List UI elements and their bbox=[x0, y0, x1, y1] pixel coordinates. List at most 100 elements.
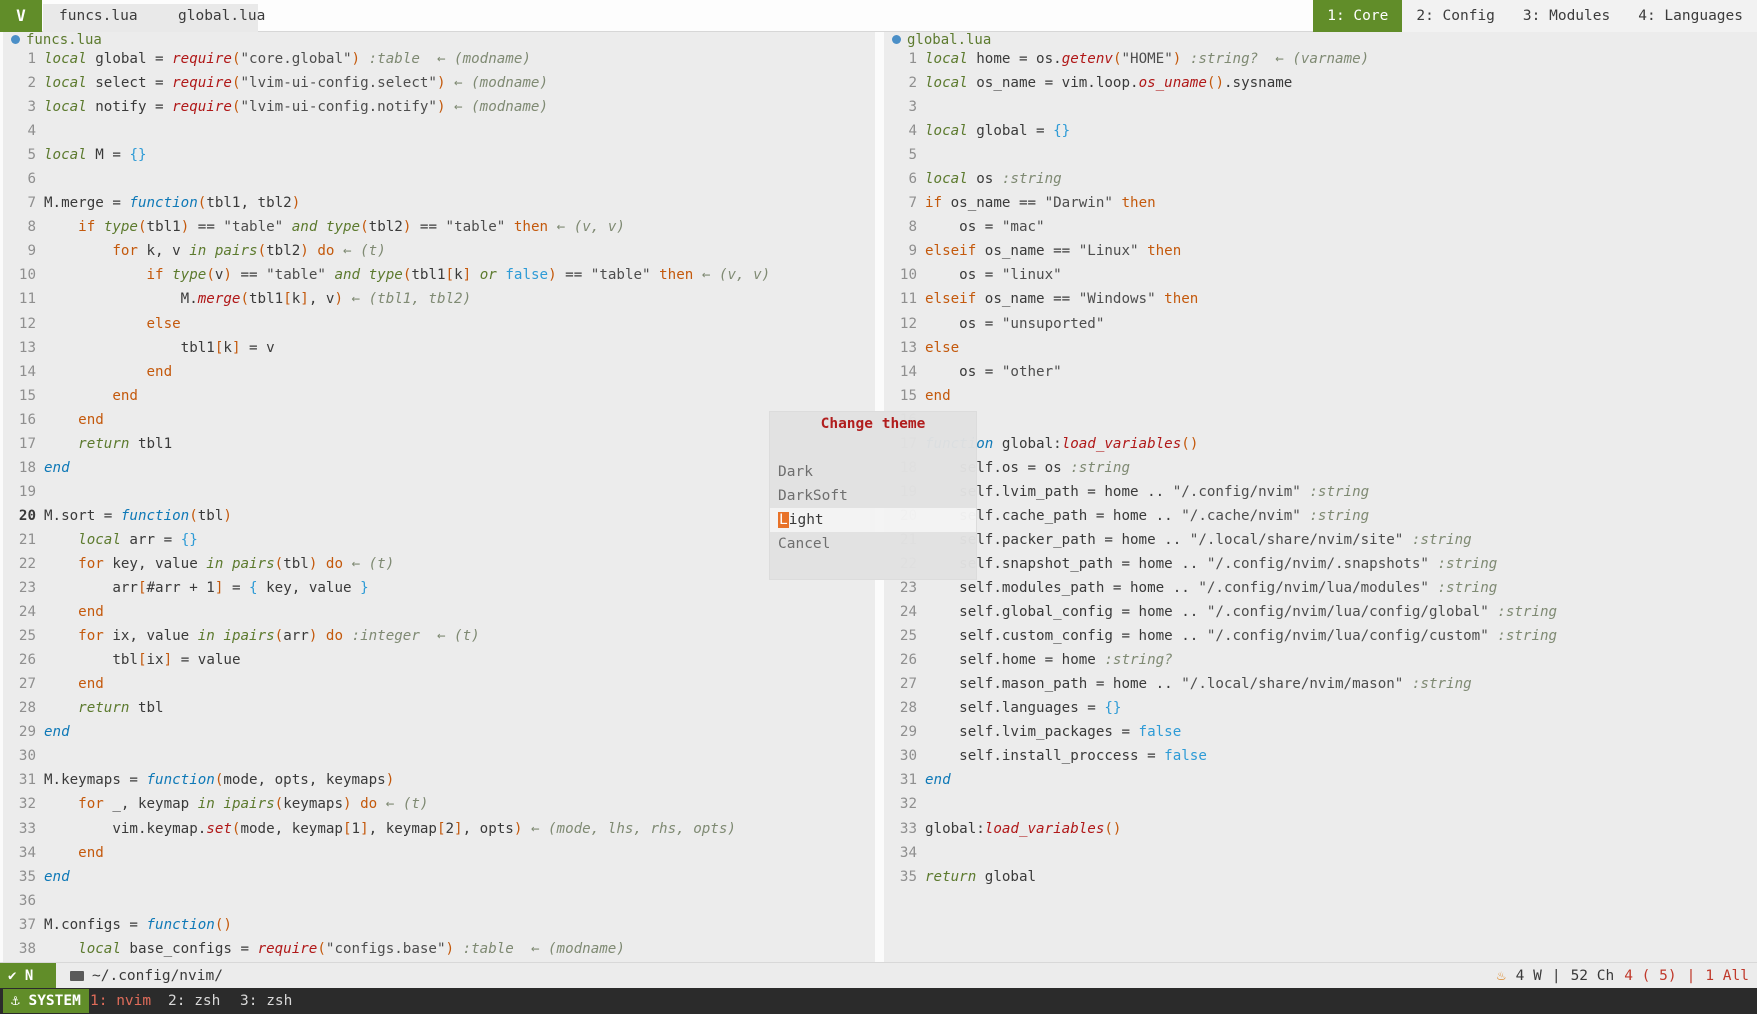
code-line: 9 for k, v in pairs(tbl2) do ← (t) bbox=[27, 243, 386, 260]
editor-window-right[interactable]: global.lua 1 local home = os.getenv("HOME… bbox=[884, 32, 1757, 962]
code-line: 30 self.install_proccess = false bbox=[899, 748, 1207, 765]
code-line: 8 if type(tbl1) == "table" and type(tbl2… bbox=[27, 219, 625, 236]
code-line: 15 end bbox=[899, 387, 951, 404]
picker-option-light-rest: ight bbox=[788, 512, 824, 528]
statusline-right: ♨ 4 W | 52 Ch 4 ( 5) | 1 All bbox=[1497, 963, 1749, 989]
code-line: 12 else bbox=[18, 315, 181, 332]
cursor: L bbox=[778, 512, 789, 528]
code-line: 10 os = "linux" bbox=[899, 267, 1062, 284]
code-line: 2 local select = require("lvim-ui-config.… bbox=[27, 75, 549, 92]
workspace-tab-core[interactable]: 1: Core bbox=[1313, 0, 1403, 32]
picker-title: Change theme bbox=[820, 416, 926, 432]
buffer-tab-global[interactable]: global.lua bbox=[162, 4, 265, 32]
tmux-window-1[interactable]: 1: nvim bbox=[90, 988, 151, 1014]
tmux-window-2[interactable]: 2: zsh bbox=[168, 988, 220, 1014]
separator-icon: | bbox=[1686, 968, 1696, 984]
code-line: 13 else bbox=[899, 339, 960, 356]
picker-option-cancel[interactable]: Cancel bbox=[770, 532, 976, 556]
code-line: 34 end bbox=[18, 844, 104, 861]
separator-icon: | bbox=[1551, 968, 1561, 984]
cwd: ~/.config/nvim/ bbox=[70, 963, 223, 989]
tmux-statusbar: ⚓ SYSTEM 1: nvim 2: zsh 3: zsh bbox=[0, 988, 1757, 1014]
code-line: 21 self.packer_path = home .. "/.local/s… bbox=[900, 531, 1472, 548]
code-line: 18 end bbox=[18, 459, 70, 476]
code-line: 20 self.cache_path = home .. "/.cache/nv… bbox=[900, 507, 1370, 524]
code-line: 17 return tbl1 bbox=[18, 435, 173, 452]
scroll-position: 1 All bbox=[1705, 968, 1749, 984]
code-line: 28 self.languages = {} bbox=[899, 700, 1122, 717]
code-line: 28 return tbl bbox=[18, 700, 164, 717]
code-line: 24 self.global_config = home .. "/.confi… bbox=[899, 604, 1558, 621]
code-line: 5 local M = {} bbox=[27, 147, 147, 164]
workspace-tab-languages[interactable]: 4: Languages bbox=[1624, 0, 1757, 32]
code-line: 19 self.lvim_path = home .. "/.config/nv… bbox=[900, 483, 1370, 500]
tmux-session[interactable]: ⚓ SYSTEM bbox=[3, 989, 89, 1013]
workspace-tab-modules[interactable]: 3: Modules bbox=[1508, 0, 1625, 32]
code-line: 33 global:load_variables() bbox=[899, 820, 1122, 837]
code-line: 31 M.keymaps = function(mode, opts, keyma… bbox=[18, 772, 395, 789]
code-line: 30 bbox=[18, 748, 36, 765]
code-line: 15 end bbox=[18, 387, 138, 404]
code-line: 25 for ix, value in ipairs(arr) do :inte… bbox=[18, 628, 480, 645]
flame-icon: ♨ bbox=[1496, 968, 1506, 984]
code-line: 36 bbox=[18, 892, 36, 909]
workspace-tab-config[interactable]: 2: Config bbox=[1402, 0, 1509, 32]
code-line: 22 for key, value in pairs(tbl) do ← (t) bbox=[18, 555, 395, 572]
code-line: 27 self.mason_path = home .. "/.local/sh… bbox=[899, 676, 1472, 693]
code-line: 6 bbox=[27, 171, 36, 188]
code-line: 4 local global = {} bbox=[908, 123, 1071, 140]
word-count: 4 W bbox=[1515, 968, 1542, 984]
winbar-left: funcs.lua bbox=[3, 32, 875, 48]
code-line: 27 end bbox=[18, 676, 104, 693]
code-line: 21 local arr = {} bbox=[18, 531, 198, 548]
code-line: 24 end bbox=[18, 604, 104, 621]
code-line: 37 M.configs = function() bbox=[18, 916, 232, 933]
picker-option-darksoft[interactable]: DarkSoft bbox=[770, 484, 976, 508]
tmux-session-label: SYSTEM bbox=[28, 993, 81, 1009]
code-line: 29 end bbox=[18, 724, 70, 741]
code-line: 25 self.custom_config = home .. "/.confi… bbox=[899, 628, 1558, 645]
code-line: 38 local base_configs = require("configs… bbox=[18, 940, 625, 957]
folder-icon bbox=[70, 971, 84, 981]
code-line: 20 M.sort = function(tbl) bbox=[18, 507, 232, 524]
code-line: 7 if os_name == "Darwin" then bbox=[908, 195, 1156, 212]
code-line: 13 tbl1[k] = v bbox=[18, 339, 275, 356]
code-line: 9 elseif os_name == "Linux" then bbox=[908, 243, 1182, 260]
picker-option-dark[interactable]: Dark bbox=[770, 460, 976, 484]
code-left[interactable]: 1 local global = require("core.global") :… bbox=[3, 47, 875, 961]
code-line: 14 os = "other" bbox=[899, 363, 1062, 380]
picker-option-light[interactable]: Light bbox=[770, 508, 976, 532]
code-line: 16 bbox=[884, 408, 1757, 432]
winbar-right: global.lua bbox=[884, 32, 1757, 48]
code-line: 2 local os_name = vim.loop.os_uname().sys… bbox=[908, 75, 1293, 92]
cursor-position: 4 ( 5) bbox=[1624, 968, 1677, 984]
code-line: 29 self.lvim_packages = false bbox=[899, 724, 1182, 741]
tabline: V funcs.lua global.lua 1: Core 2: Config… bbox=[0, 0, 1757, 32]
code-line: 22 self.snapshot_path = home .. "/.confi… bbox=[900, 555, 1498, 572]
theme-picker[interactable]: Change theme Dark DarkSoft Light Cancel bbox=[770, 412, 976, 579]
code-line: 1 local home = os.getenv("HOME") :string?… bbox=[908, 51, 1370, 67]
code-line: 3 local notify = require("lvim-ui-config.… bbox=[27, 99, 549, 116]
code-line: 26 self.home = home :string? bbox=[899, 652, 1173, 669]
editor-window-left[interactable]: funcs.lua 1 local global = require("core.… bbox=[3, 32, 875, 962]
code-line: 33 vim.keymap.set(mode, keymap[1], keyma… bbox=[18, 820, 736, 837]
code-line: 4 bbox=[27, 123, 36, 140]
buffer-tab-funcs[interactable]: funcs.lua bbox=[43, 4, 163, 32]
code-line: 23 self.modules_path = home .. "/.config… bbox=[899, 580, 1498, 597]
code-line: 16 end bbox=[18, 411, 104, 428]
code-line: 35 end bbox=[18, 868, 70, 885]
lua-file-icon bbox=[11, 35, 20, 44]
code-line: 12 os = "unsuported" bbox=[899, 315, 1105, 332]
code-line: 19 bbox=[18, 483, 36, 500]
tmux-window-3[interactable]: 3: zsh bbox=[240, 988, 292, 1014]
code-line: 11 elseif os_name == "Windows" then bbox=[899, 291, 1199, 308]
winbar-filename: funcs.lua bbox=[26, 32, 102, 48]
code-line: 7 M.merge = function(tbl1, tbl2) bbox=[27, 195, 301, 212]
nvim-logo-icon: V bbox=[0, 0, 42, 32]
code-line: 3 bbox=[908, 99, 917, 116]
picker-spacer bbox=[770, 436, 976, 460]
code-line: 34 bbox=[899, 844, 917, 861]
code-line: 14 end bbox=[18, 363, 173, 380]
char-count: 52 Ch bbox=[1570, 968, 1615, 984]
code-right[interactable]: 1 local home = os.getenv("HOME") :string?… bbox=[884, 47, 1757, 889]
